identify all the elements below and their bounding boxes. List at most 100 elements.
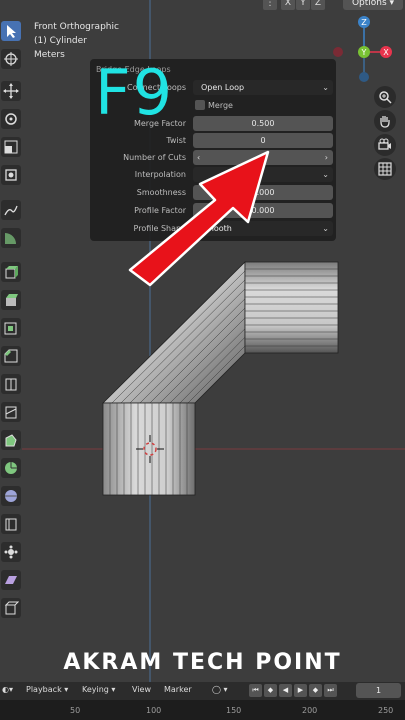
pan-button[interactable]: [374, 110, 396, 132]
profile-factor-field[interactable]: 0.000: [193, 203, 333, 218]
rotate-tool[interactable]: [1, 109, 21, 129]
knife-tool[interactable]: [1, 402, 21, 422]
merge-checkbox[interactable]: [195, 100, 205, 110]
ruler-ticks: 50 100 150 200 250: [0, 700, 405, 720]
view-name: Front Orthographic: [34, 22, 119, 32]
playback-menu[interactable]: Playback ▾: [26, 685, 68, 694]
number-of-cuts-label: Number of Cuts: [123, 153, 186, 162]
play-icon[interactable]: ▶: [294, 684, 307, 697]
twist-label: Twist: [166, 136, 186, 145]
add-cube-tool[interactable]: [1, 262, 21, 282]
number-of-cuts-row: Number of Cuts ‹ 0 ›: [90, 150, 336, 166]
crosshair-icon: [4, 52, 18, 66]
camera-view-button[interactable]: [374, 134, 396, 156]
options-button[interactable]: Options ▾: [343, 0, 403, 10]
shrink-fatten-tool[interactable]: [1, 542, 21, 562]
interpolation-label: Interpolation: [134, 170, 186, 179]
grid-view-icon: [378, 162, 392, 176]
jump-keyframe-forward-icon[interactable]: ◆: [309, 684, 322, 697]
neg-x-handle: [333, 47, 343, 57]
hand-icon: [380, 116, 390, 128]
play-reverse-icon[interactable]: ◀: [279, 684, 292, 697]
pencil-icon: [4, 205, 18, 216]
decrement-arrow-icon[interactable]: ‹: [197, 150, 200, 165]
chevron-down-icon: ⌄: [322, 83, 329, 92]
marker-menu[interactable]: Marker: [164, 685, 192, 694]
y-axis-label: Y: [361, 48, 367, 57]
measure-tool[interactable]: [1, 228, 21, 248]
edge-slide-tool[interactable]: [1, 514, 21, 534]
3d-viewport[interactable]: Front Orthographic (1) Cylinder Meters ⋮…: [0, 0, 405, 682]
poly-build-tool[interactable]: [1, 430, 21, 450]
shear-tool[interactable]: [1, 570, 21, 590]
merge-label: Merge: [208, 101, 233, 110]
jump-start-icon[interactable]: ⏮: [249, 684, 262, 697]
z-axis-label: Z: [361, 18, 367, 27]
interpolation-row: Interpolation ⌄: [90, 167, 336, 183]
interpolation-dropdown[interactable]: ⌄: [193, 167, 333, 182]
loop-cut-tool[interactable]: [1, 374, 21, 394]
transform-icon: [5, 169, 17, 181]
perspective-toggle-button[interactable]: [374, 158, 396, 180]
add-cube-icon: [5, 266, 18, 279]
profile-factor-label: Profile Factor: [134, 206, 186, 215]
shortcut-key-overlay: F9: [95, 56, 175, 129]
current-frame-field[interactable]: 1: [356, 683, 401, 698]
select-tool[interactable]: [1, 21, 21, 41]
profile-shape-row: Profile Shape Smooth ⌄: [90, 221, 336, 237]
mirror-y-toggle[interactable]: Y: [296, 0, 310, 10]
shear-icon: [5, 576, 17, 584]
editor-type-icon[interactable]: ◐▾: [2, 685, 13, 694]
keying-menu[interactable]: Keying ▾: [82, 685, 115, 694]
chevron-down-icon: ⌄: [322, 170, 329, 179]
connect-loops-dropdown[interactable]: Open Loop ⌄: [193, 80, 333, 95]
transform-tool[interactable]: [1, 165, 21, 185]
profile-shape-label: Profile Shape: [133, 224, 186, 233]
number-of-cuts-field[interactable]: ‹ 0 ›: [193, 150, 333, 165]
smooth-tool[interactable]: [1, 486, 21, 506]
ruler-tick: 200: [302, 706, 318, 715]
ruler-tick: 100: [146, 706, 162, 715]
move-tool[interactable]: [1, 81, 21, 101]
smoothness-field[interactable]: 1.000: [193, 185, 333, 200]
ruler-tick: 50: [70, 706, 81, 715]
cursor-tool[interactable]: [1, 49, 21, 69]
mirror-x-toggle[interactable]: X: [281, 0, 295, 10]
view-menu[interactable]: View: [132, 685, 151, 694]
viewport-header: ⋮ X Y Z Options ▾: [263, 0, 405, 10]
poly-build-icon: [5, 434, 17, 447]
extrude-tool[interactable]: [1, 290, 21, 310]
timeline-editor: ◐▾ Playback ▾ Keying ▾ View Marker ◯ ▾ ⏮…: [0, 682, 405, 720]
jump-end-icon[interactable]: ⏭: [324, 684, 337, 697]
timeline-ruler[interactable]: 50 100 150 200 250: [0, 700, 405, 720]
connect-loops-value: Open Loop: [201, 83, 245, 92]
inset-tool[interactable]: [1, 318, 21, 338]
rip-tool[interactable]: [1, 598, 21, 618]
auto-keying-icon[interactable]: ◯ ▾: [212, 685, 228, 694]
x-axis-label: X: [383, 48, 389, 57]
ruler-icon: [5, 233, 16, 244]
merge-factor-field[interactable]: 0.500: [193, 116, 333, 131]
camera-icon: [378, 138, 391, 150]
annotate-tool[interactable]: [1, 200, 21, 220]
navigation-gizmo[interactable]: Z Y X: [328, 10, 400, 82]
grid-icon[interactable]: ⋮: [263, 0, 277, 10]
jump-keyframe-back-icon[interactable]: ◆: [264, 684, 277, 697]
channel-watermark: AKRAM TECH POINT: [63, 650, 342, 675]
profile-shape-dropdown[interactable]: Smooth ⌄: [193, 221, 333, 236]
spin-tool[interactable]: [1, 458, 21, 478]
extrude-icon: [6, 294, 18, 306]
twist-field[interactable]: 0: [193, 133, 333, 148]
inset-icon: [4, 322, 17, 335]
profile-factor-row: Profile Factor 0.000: [90, 203, 336, 219]
bevel-tool[interactable]: [1, 346, 21, 366]
vertex-icon: [4, 545, 18, 559]
loop-cut-icon: [5, 378, 17, 391]
chevron-down-icon: ⌄: [322, 224, 329, 233]
scale-icon: [4, 140, 18, 154]
zoom-button[interactable]: [374, 86, 396, 108]
mirror-z-toggle[interactable]: Z: [311, 0, 325, 10]
scale-tool[interactable]: [1, 137, 21, 157]
increment-arrow-icon[interactable]: ›: [325, 150, 328, 165]
ruler-tick: 150: [226, 706, 242, 715]
